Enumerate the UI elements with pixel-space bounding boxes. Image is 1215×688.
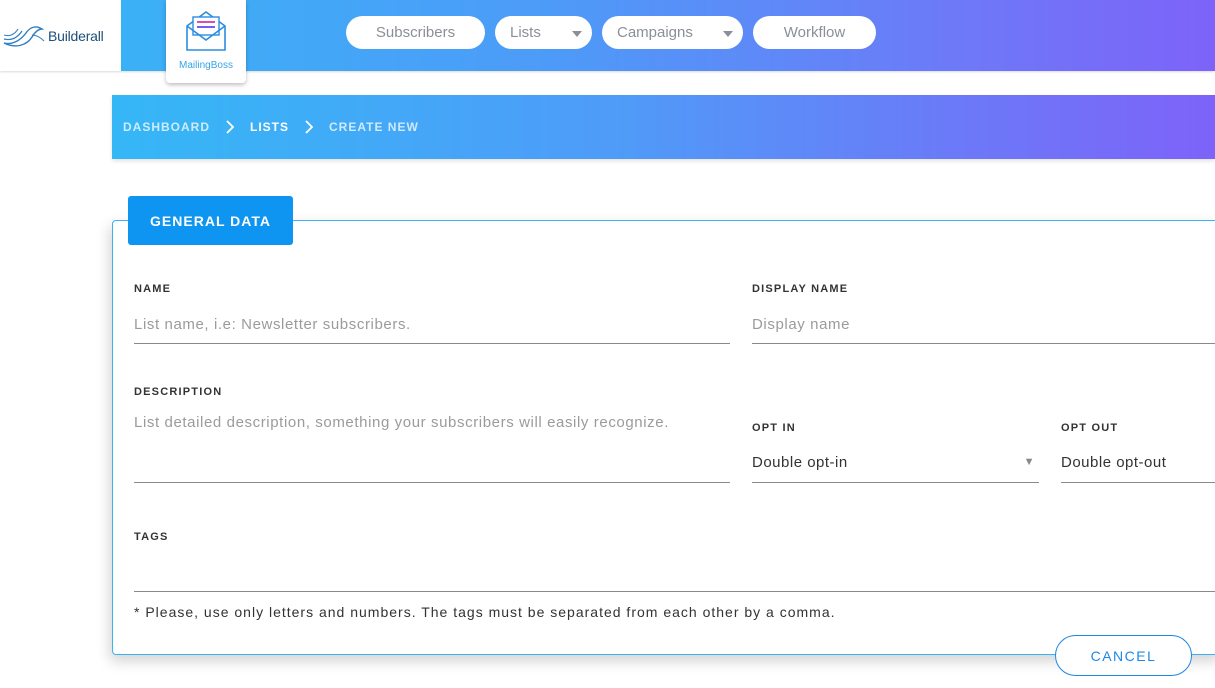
nav-workflow-label: Workflow — [783, 24, 846, 41]
nav-campaigns[interactable]: Campaigns — [602, 16, 743, 49]
name-label: NAME — [134, 283, 172, 295]
brand-name: Builderall — [48, 27, 104, 44]
mailingboss-app-tile[interactable]: MailingBoss — [166, 0, 246, 83]
nav-subscribers[interactable]: Subscribers — [346, 16, 485, 49]
nav-workflow[interactable]: Workflow — [753, 16, 876, 49]
breadcrumb-create-new: CREATE NEW — [329, 120, 419, 134]
cancel-button[interactable]: CANCEL — [1055, 635, 1192, 676]
nav-subscribers-label: Subscribers — [375, 24, 456, 41]
caret-down-icon — [572, 31, 582, 37]
nav-campaigns-label: Campaigns — [617, 24, 693, 41]
opt-in-value: Double opt-in — [752, 454, 848, 471]
tags-input[interactable] — [134, 552, 1215, 592]
description-label: DESCRIPTION — [134, 386, 223, 398]
display-name-label: DISPLAY NAME — [752, 283, 849, 295]
display-name-input[interactable] — [752, 306, 1215, 344]
tab-general-data[interactable]: GENERAL DATA — [128, 196, 293, 245]
nav-lists-label: Lists — [510, 24, 541, 41]
envelope-icon — [186, 11, 226, 51]
opt-out-value: Double opt-out — [1061, 454, 1167, 471]
opt-in-label: OPT IN — [752, 422, 796, 434]
chevron-right-icon — [305, 120, 314, 134]
tags-hint: * Please, use only letters and numbers. … — [134, 604, 836, 620]
builderall-logo[interactable]: Builderall — [0, 0, 121, 71]
chevron-right-icon — [226, 120, 234, 134]
app-name-label: MailingBoss — [179, 60, 233, 71]
main-nav: Subscribers Lists Campaigns Workflow — [346, 16, 876, 49]
breadcrumb-dashboard[interactable]: DASHBOARD — [123, 120, 210, 134]
name-input[interactable] — [134, 306, 730, 344]
description-textarea[interactable] — [134, 412, 730, 483]
breadcrumb: DASHBOARD LISTS CREATE NEW — [112, 95, 1215, 159]
opt-in-select[interactable]: Double opt-in ▼ — [752, 443, 1039, 483]
builderall-wing-icon — [3, 25, 45, 47]
breadcrumb-lists[interactable]: LISTS — [250, 120, 289, 134]
opt-out-select[interactable]: Double opt-out — [1061, 443, 1215, 483]
caret-down-icon — [723, 31, 733, 37]
top-header: Builderall MailingBoss Subscribers Lists… — [0, 0, 1215, 83]
opt-out-label: OPT OUT — [1061, 422, 1119, 434]
tags-label: TAGS — [134, 531, 169, 543]
nav-lists[interactable]: Lists — [495, 16, 592, 49]
caret-down-icon: ▼ — [1023, 456, 1035, 468]
